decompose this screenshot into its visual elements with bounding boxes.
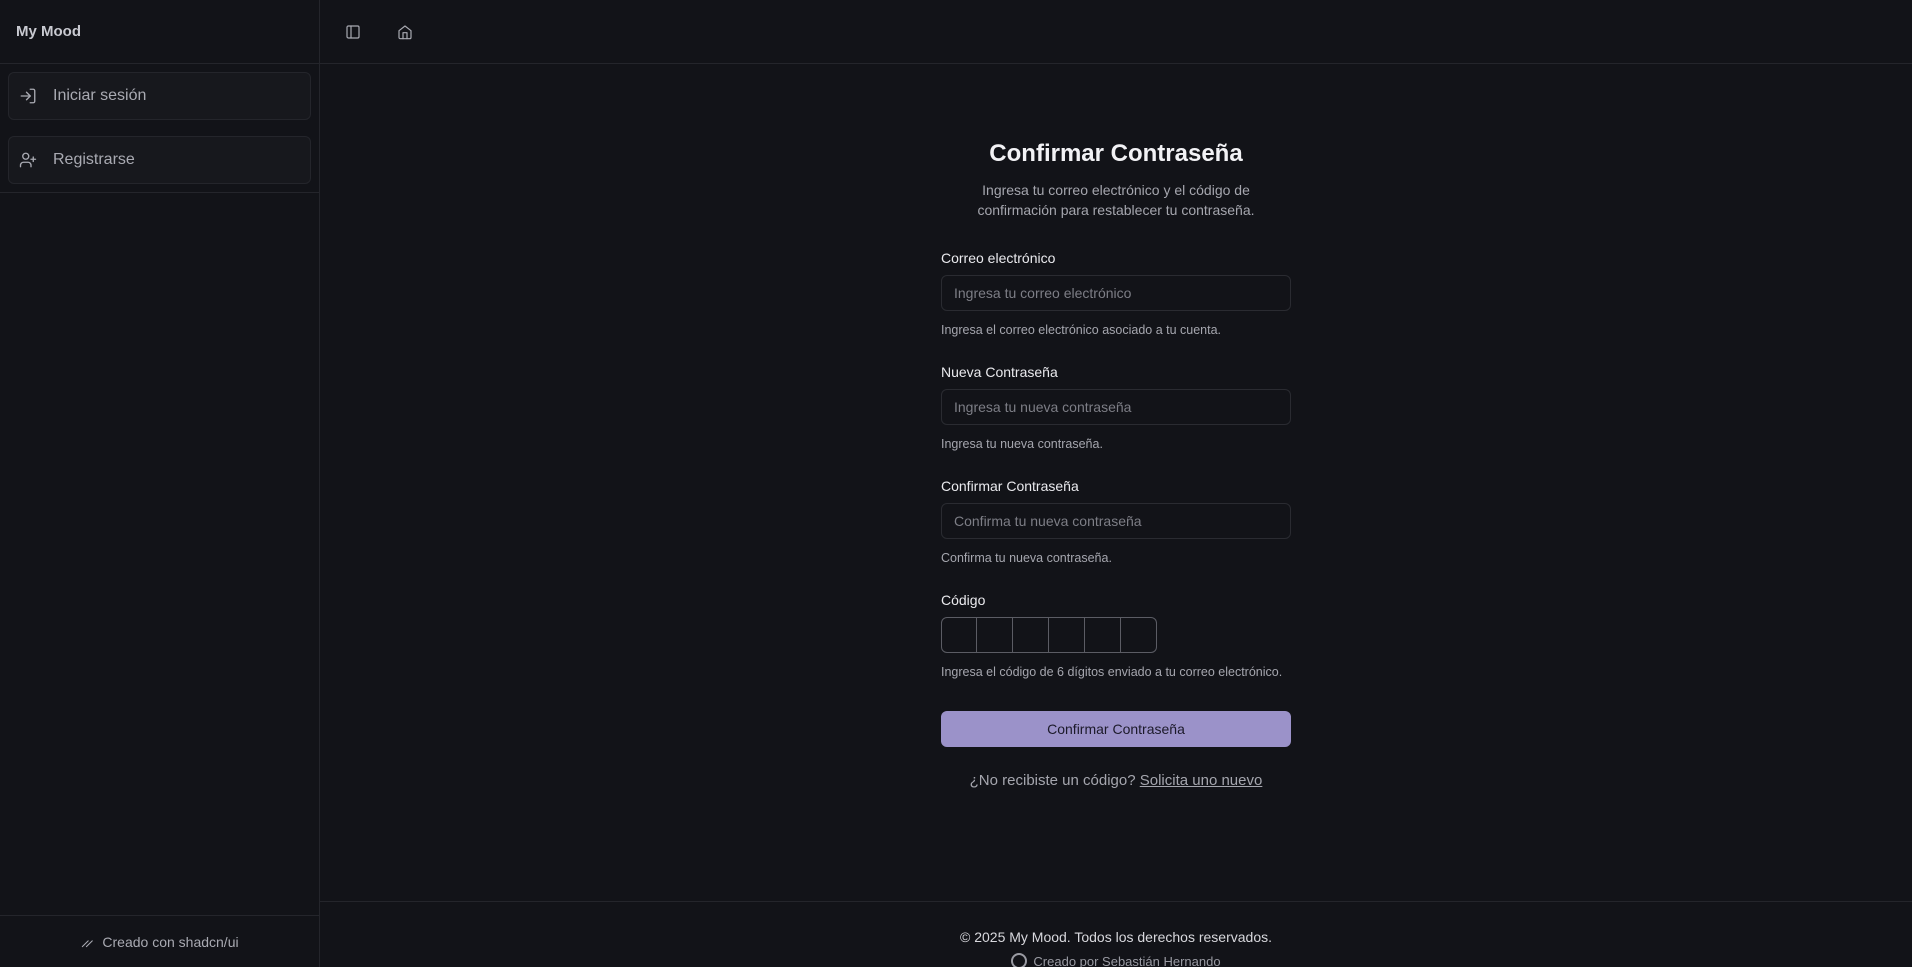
email-help: Ingresa el correo electrónico asociado a… — [941, 323, 1222, 337]
home-icon — [398, 24, 412, 39]
confirm-password-field[interactable] — [941, 503, 1291, 539]
email-field[interactable] — [941, 275, 1291, 311]
page-subtitle: Ingresa tu correo electrónico y el códig… — [977, 182, 1255, 218]
otp-digit-4[interactable] — [1049, 617, 1085, 653]
sidebar: My Mood Iniciar sesión Registrarse Cread… — [0, 0, 320, 967]
sidebar-footer-text: Creado con shadcn/ui — [102, 933, 239, 950]
code-help: Ingresa el código de 6 dígitos enviado a… — [941, 665, 1283, 679]
otp-digit-5[interactable] — [1085, 617, 1121, 653]
content: Confirmar Contraseña Ingresa tu correo e… — [320, 64, 1912, 967]
app-root: My Mood Iniciar sesión Registrarse Cread… — [0, 0, 1912, 967]
sidebar-toggle-icon — [346, 24, 360, 39]
sidebar-item-label: Registrarse — [53, 151, 135, 168]
main-area: Confirmar Contraseña Ingresa tu correo e… — [320, 0, 1912, 967]
user-plus-icon — [19, 152, 37, 168]
sidebar-item-register[interactable]: Registrarse — [8, 136, 311, 184]
page-footer: © 2025 My Mood. Todos los derechos reser… — [320, 901, 1912, 967]
copyright-text: © 2025 My Mood. Todos los derechos reser… — [960, 929, 1272, 945]
sidebar-item-label: Iniciar sesión — [53, 87, 147, 104]
new-password-field-group: Nueva Contraseña Ingresa tu nueva contra… — [941, 364, 1291, 451]
confirm-password-button[interactable]: Confirmar Contraseña — [941, 711, 1291, 747]
new-password-label: Nueva Contraseña — [941, 364, 1058, 380]
resend-prefix: ¿No recibiste un código? — [969, 772, 1136, 789]
code-field-group: Código Ingresa el código de 6 dígitos en… — [941, 592, 1291, 679]
resend-row: ¿No recibiste un código? Solicita uno nu… — [941, 772, 1291, 789]
email-field-group: Correo electrónico Ingresa el correo ele… — [941, 250, 1291, 337]
sidebar-footer[interactable]: Creado con shadcn/ui — [0, 915, 319, 967]
home-button[interactable] — [388, 15, 422, 49]
page-title: Confirmar Contraseña — [989, 140, 1243, 167]
author-link[interactable]: Creado por Sebastián Hernando — [320, 953, 1912, 967]
otp-digit-2[interactable] — [977, 617, 1013, 653]
otp-digit-3[interactable] — [1013, 617, 1049, 653]
app-title: My Mood — [0, 0, 319, 64]
author-text: Creado por Sebastián Hernando — [1033, 953, 1221, 967]
new-password-field[interactable] — [941, 389, 1291, 425]
otp-digit-1[interactable] — [941, 617, 977, 653]
new-password-help: Ingresa tu nueva contraseña. — [941, 437, 1103, 451]
sidebar-toggle-button[interactable] — [336, 15, 370, 49]
otp-digit-6[interactable] — [1121, 617, 1157, 653]
sidebar-menu: Iniciar sesión Registrarse — [0, 64, 319, 193]
confirm-password-label: Confirmar Contraseña — [941, 478, 1079, 494]
sidebar-item-login[interactable]: Iniciar sesión — [8, 72, 311, 120]
code-label: Código — [941, 592, 986, 608]
confirm-password-field-group: Confirmar Contraseña Confirma tu nueva c… — [941, 478, 1291, 565]
confirm-password-help: Confirma tu nueva contraseña. — [941, 551, 1112, 565]
slash-icon — [82, 939, 94, 947]
otp-input — [941, 617, 1157, 653]
resend-link[interactable]: Solicita uno nuevo — [1140, 772, 1263, 789]
confirm-password-form: Confirmar Contraseña Ingresa tu correo e… — [941, 140, 1291, 967]
log-in-icon — [20, 88, 36, 104]
email-label: Correo electrónico — [941, 250, 1056, 266]
topbar — [320, 0, 1912, 64]
github-icon — [1011, 953, 1028, 967]
